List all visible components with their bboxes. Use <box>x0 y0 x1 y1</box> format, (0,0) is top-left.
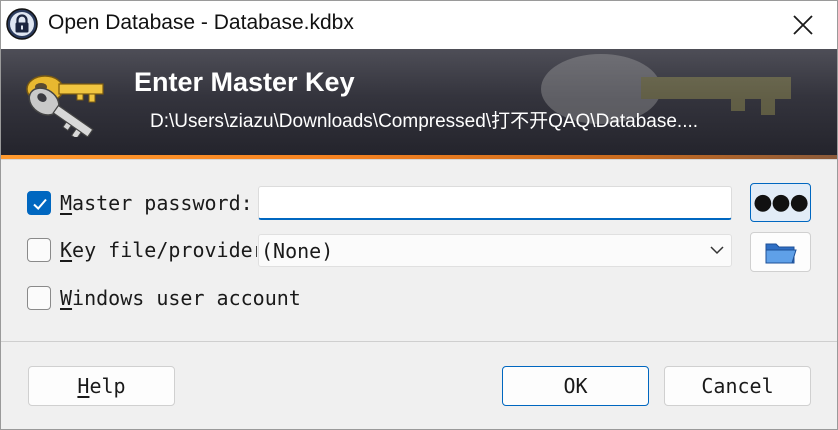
browse-key-file-button[interactable] <box>750 232 811 272</box>
title-bar: Open Database - Database.kdbx <box>1 1 837 49</box>
key-file-dropdown[interactable]: (None) <box>258 234 732 267</box>
show-password-button[interactable]: ●●● <box>750 183 811 222</box>
ok-button[interactable]: OK <box>502 366 649 406</box>
help-button[interactable]: Help <box>28 366 175 406</box>
master-password-checkbox[interactable] <box>27 191 51 215</box>
keys-watermark-icon <box>541 54 791 124</box>
master-password-input[interactable] <box>258 186 732 220</box>
close-button[interactable] <box>777 5 829 45</box>
folder-icon <box>765 243 797 264</box>
checkmark-icon <box>33 198 47 210</box>
windows-account-label: Windows user account <box>60 286 301 310</box>
open-database-dialog: Open Database - Database.kdbx Enter Mast… <box>0 0 838 430</box>
chevron-down-icon <box>710 246 724 255</box>
key-file-checkbox[interactable] <box>27 238 51 262</box>
header-banner: Enter Master Key D:\Users\ziazu\Download… <box>1 49 837 155</box>
key-file-label: Key file/provider: <box>60 238 257 262</box>
divider <box>1 341 837 342</box>
keys-icon <box>21 67 111 140</box>
divider <box>1 159 837 160</box>
key-file-selected-value: (None) <box>261 239 334 263</box>
window-title: Open Database - Database.kdbx <box>48 11 354 34</box>
banner-title: Enter Master Key <box>134 67 355 97</box>
cancel-button[interactable]: Cancel <box>664 366 811 406</box>
close-icon <box>793 15 813 35</box>
master-password-label: Master password: <box>60 191 253 215</box>
lock-icon <box>6 8 38 40</box>
database-path: D:\Users\ziazu\Downloads\Compressed\打不开Q… <box>150 111 699 132</box>
windows-account-checkbox[interactable] <box>27 286 51 310</box>
password-dots-glyph: ●●● <box>753 189 809 215</box>
